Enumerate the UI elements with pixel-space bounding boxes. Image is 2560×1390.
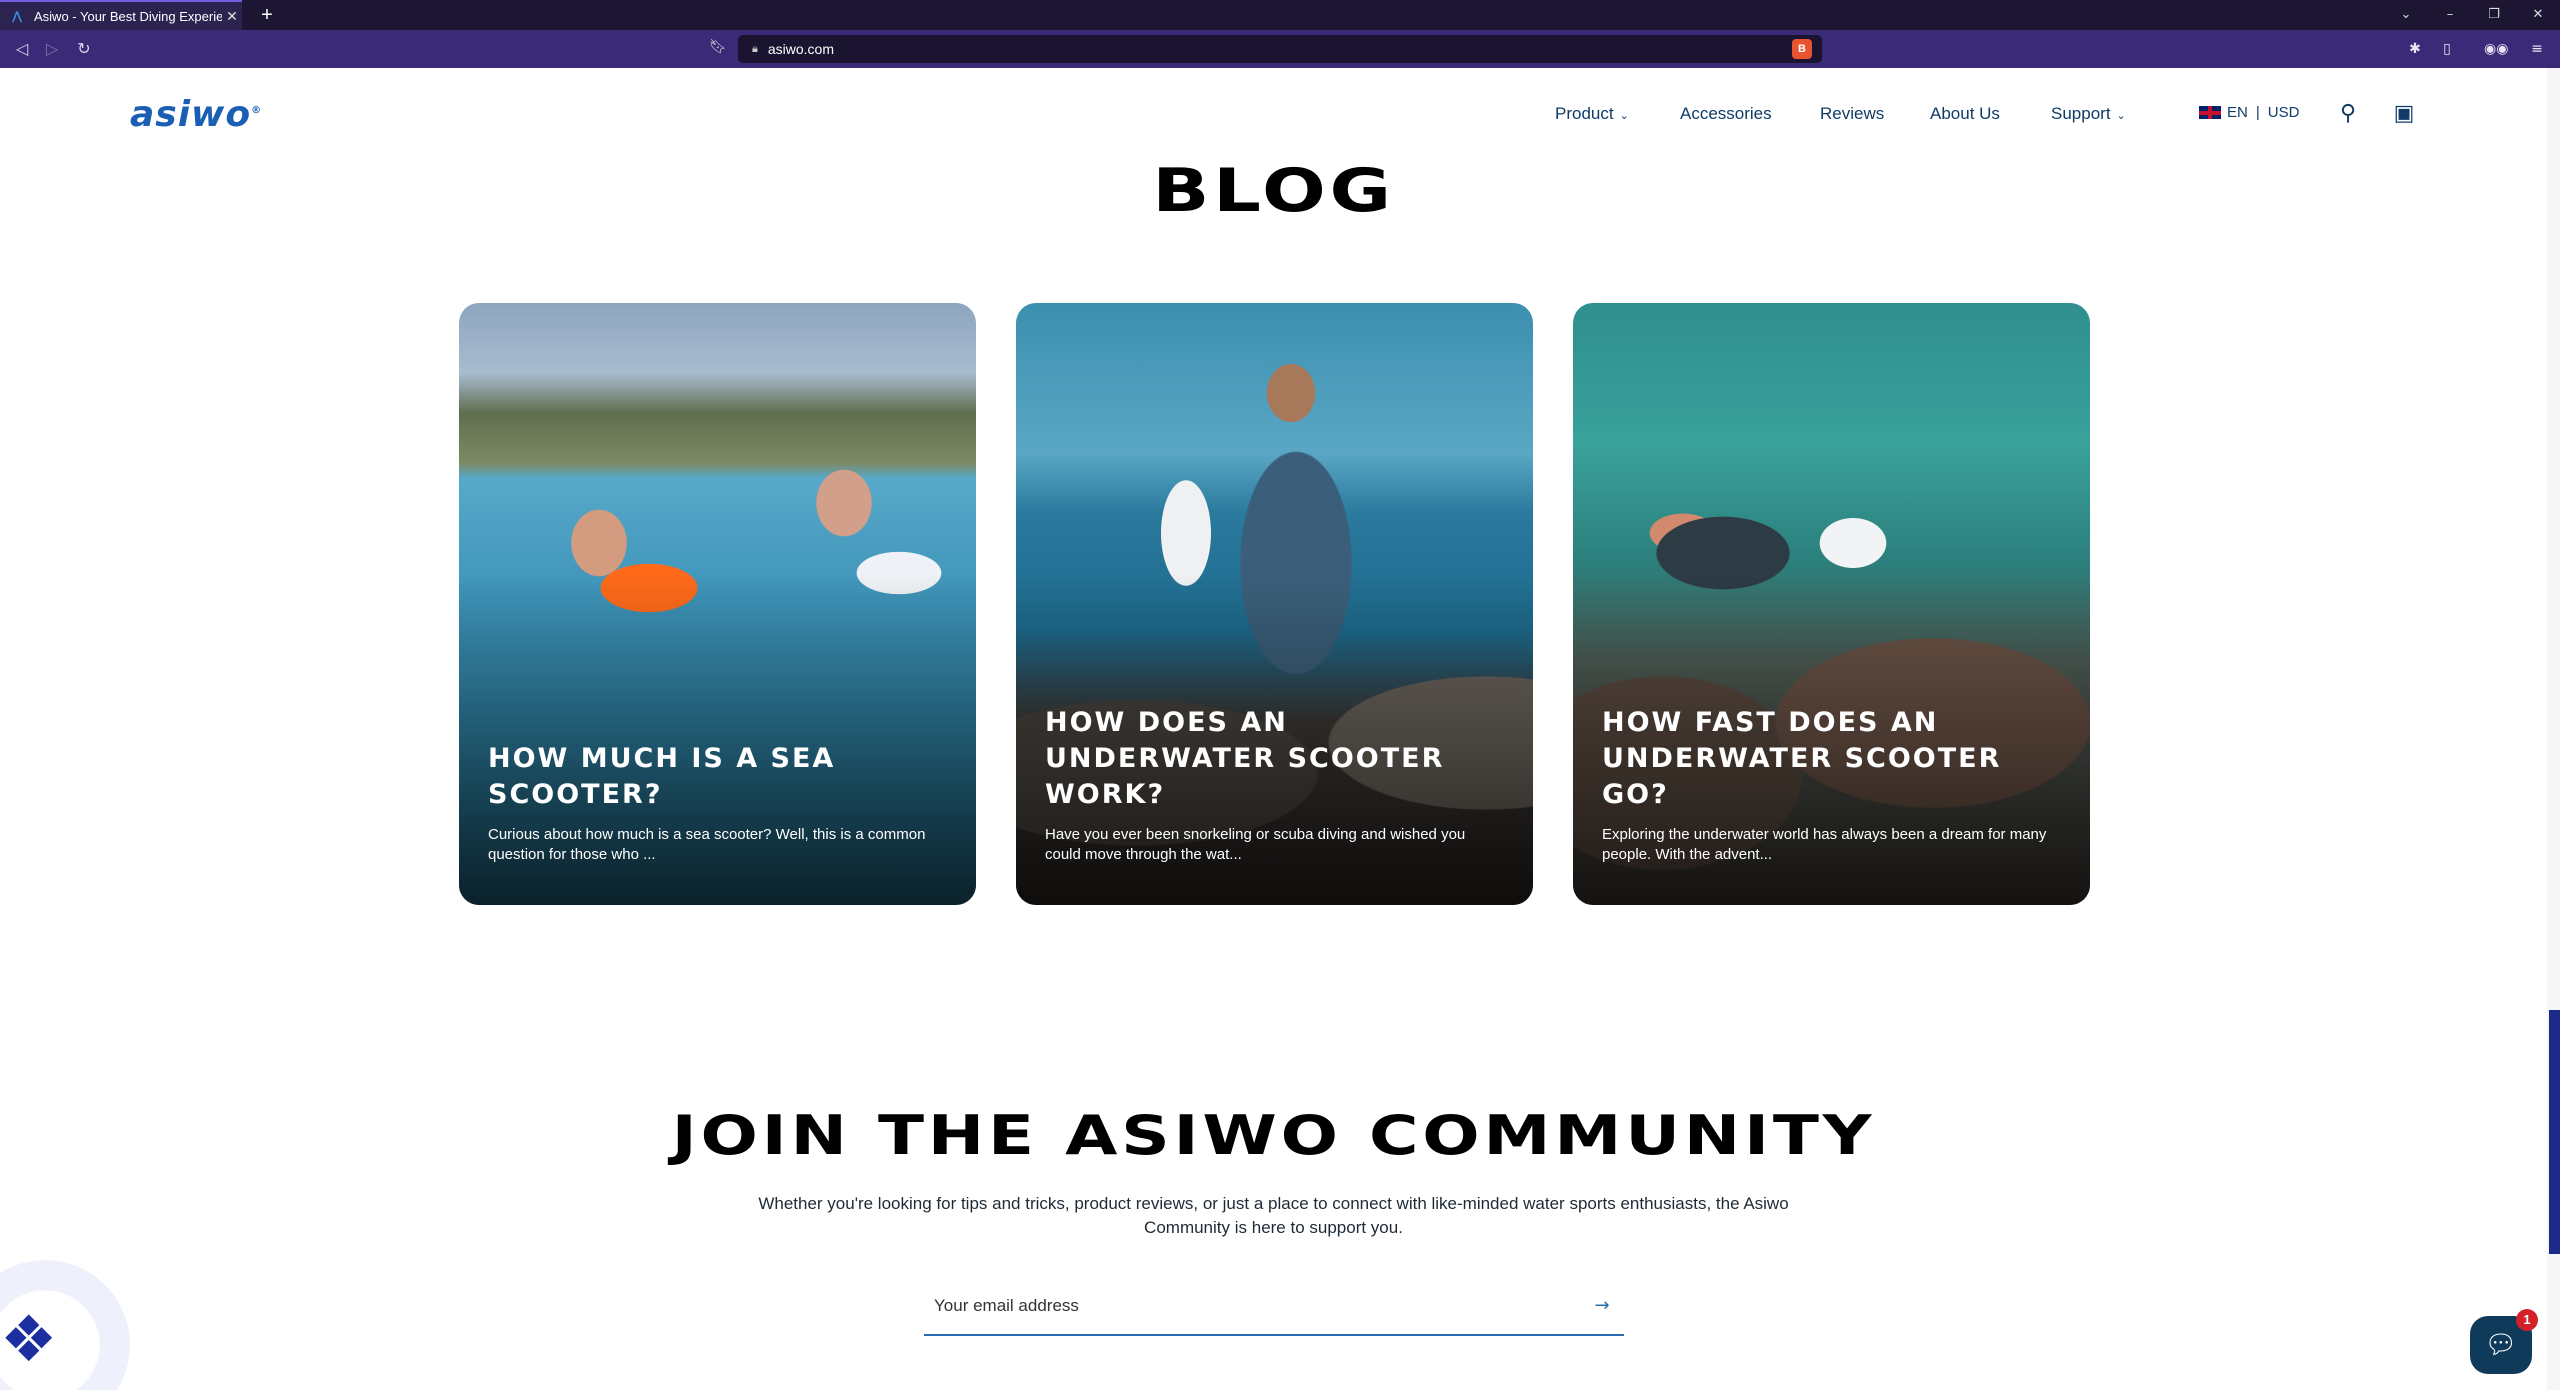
- sidebar-icon[interactable]: ▯: [2436, 39, 2458, 59]
- newsletter-form: →: [924, 1280, 1624, 1336]
- arrow-right-icon[interactable]: →: [1590, 1294, 1614, 1318]
- blog-card-title[interactable]: HOW MUCH IS A SEA SCOOTER?: [488, 741, 947, 813]
- tab-title: Asiwo - Your Best Diving Experien: [34, 8, 222, 24]
- blog-card-excerpt: Exploring the underwater world has alway…: [1602, 826, 2047, 863]
- language-label: EN: [2227, 104, 2248, 121]
- site-header: asiwo® Product ⌄ Accessories Reviews Abou…: [0, 68, 2547, 160]
- blog-card-title[interactable]: HOW DOES AN UNDERWATER SCOOTER WORK?: [1045, 705, 1504, 813]
- bookmark-icon[interactable]: 🔖︎: [708, 39, 728, 59]
- nav-support-label: Support: [2051, 104, 2111, 123]
- address-bar[interactable]: 🔒︎ asiwo.com: [738, 35, 1822, 63]
- asiwo-logo[interactable]: asiwo®: [130, 94, 262, 135]
- nav-reviews-label: Reviews: [1820, 104, 1885, 123]
- url-text: asiwo.com: [767, 41, 834, 57]
- lock-icon: 🔒︎: [752, 42, 758, 55]
- nav-support[interactable]: Support ⌄: [2051, 104, 2126, 124]
- currency-label: USD: [2267, 104, 2300, 121]
- blog-card-excerpt: Have you ever been snorkeling or scuba d…: [1045, 826, 1466, 863]
- language-currency-selector[interactable]: EN | USD: [2198, 104, 2299, 121]
- blog-card-title[interactable]: HOW FAST DOES AN UNDERWATER SCOOTER GO?: [1602, 705, 2061, 813]
- blog-card[interactable]: HOW FAST DOES AN UNDERWATER SCOOTER GO? …: [1573, 303, 2090, 905]
- nav-accessories[interactable]: Accessories: [1680, 104, 1772, 124]
- reload-icon[interactable]: ↻: [72, 37, 96, 61]
- close-tab-icon[interactable]: ✕: [222, 8, 242, 25]
- nav-product[interactable]: Product ⌄: [1555, 104, 1629, 124]
- blog-card-excerpt: Curious about how much is a sea scooter?…: [488, 826, 926, 863]
- new-tab-button[interactable]: +: [256, 4, 278, 26]
- blog-card-text: HOW FAST DOES AN UNDERWATER SCOOTER GO? …: [1602, 705, 2061, 865]
- chevron-down-icon: ⌄: [2116, 109, 2126, 122]
- wallet-icon[interactable]: ◉◉: [2484, 39, 2508, 59]
- asiwo-favicon-icon: ⋀: [12, 9, 23, 23]
- browser-tab-bar: ⋀ Asiwo - Your Best Diving Experien ✕ + …: [0, 0, 2560, 30]
- registered-mark: ®: [251, 105, 263, 116]
- chat-notification-badge: 1: [2516, 1309, 2538, 1331]
- brave-shield-icon[interactable]: B: [1792, 39, 1812, 59]
- blog-card-text: HOW DOES AN UNDERWATER SCOOTER WORK? Hav…: [1045, 705, 1504, 865]
- nav-product-label: Product: [1555, 104, 1614, 123]
- nav-about[interactable]: About Us: [1930, 104, 2000, 124]
- account-icon[interactable]: ⚲: [2334, 100, 2362, 128]
- back-icon[interactable]: ◁: [10, 37, 34, 61]
- browser-toolbar: ◁ ▷ ↻ 🔖︎ 🔒︎ asiwo.com B ✱ ▯ ◉◉ ≡: [0, 30, 2560, 68]
- nav-about-label: About Us: [1930, 104, 2000, 123]
- chat-bubble-icon: 💬︎: [2484, 1330, 2518, 1360]
- chevron-down-icon: ⌄: [1619, 109, 1629, 122]
- menu-icon[interactable]: ≡: [2526, 39, 2548, 59]
- community-description: Whether you're looking for tips and tric…: [758, 1194, 1789, 1237]
- blog-heading: BLOG: [1152, 156, 1395, 226]
- scrollbar-thumb[interactable]: [2549, 1010, 2560, 1254]
- blog-card[interactable]: HOW DOES AN UNDERWATER SCOOTER WORK? Hav…: [1016, 303, 1533, 905]
- extensions-icon[interactable]: ✱: [2404, 39, 2426, 59]
- nav-reviews[interactable]: Reviews: [1820, 104, 1884, 124]
- minimize-icon[interactable]: –: [2428, 0, 2472, 30]
- blog-card-text: HOW MUCH IS A SEA SCOOTER? Curious about…: [488, 741, 947, 865]
- browser-tab[interactable]: ⋀ Asiwo - Your Best Diving Experien ✕: [0, 0, 242, 30]
- gift-icon[interactable]: ❖: [0, 1290, 80, 1390]
- cart-icon[interactable]: ▣: [2390, 100, 2418, 128]
- close-window-icon[interactable]: ✕: [2516, 0, 2560, 30]
- separator: |: [2255, 104, 2260, 121]
- nav-accessories-label: Accessories: [1680, 104, 1772, 123]
- forward-icon[interactable]: ▷: [40, 37, 64, 61]
- logo-text: asiwo: [130, 94, 252, 135]
- email-input[interactable]: [934, 1288, 1534, 1324]
- blog-card[interactable]: HOW MUCH IS A SEA SCOOTER? Curious about…: [459, 303, 976, 905]
- uk-flag-icon: [2198, 105, 2222, 120]
- tab-search-icon[interactable]: ⌄: [2384, 0, 2428, 30]
- restore-icon[interactable]: ❐: [2472, 0, 2516, 30]
- community-heading: JOIN THE ASIWO COMMUNITY: [671, 1104, 1876, 1167]
